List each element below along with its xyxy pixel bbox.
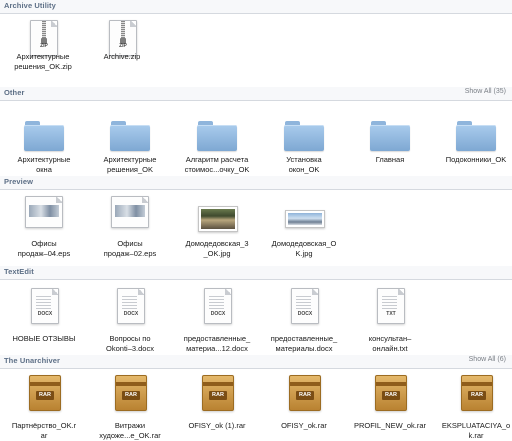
file-item[interactable]: Алгаритм расчета стоимос...очку_OK <box>174 105 260 174</box>
file-type-tag: RAR <box>296 391 314 400</box>
file-name-label: предоставленные_ материа...12.docx <box>183 334 251 353</box>
file-name-label: консультан– онлайн.txt <box>368 334 412 353</box>
file-item[interactable]: DOCX предоставленные_ материалы.docx <box>261 284 347 353</box>
file-item[interactable]: Офисы продаж–02.eps <box>87 194 173 264</box>
section-title: TextEdit <box>4 267 34 276</box>
file-type-tag: RAR <box>468 391 486 400</box>
file-item[interactable]: ZIP Архитектурные решения_OK.zip <box>0 18 86 85</box>
file-type-tag: DOCX <box>123 311 139 317</box>
file-type-tag: DOCX <box>297 311 313 317</box>
file-item[interactable]: DOCX НОВЫЕ ОТЗЫВЫ <box>1 284 87 353</box>
file-name-label: предоставленные_ материалы.docx <box>270 334 338 353</box>
show-all-link[interactable]: Show All (35) <box>465 88 506 95</box>
file-type-tag: RAR <box>382 391 400 400</box>
file-name-label: Главная <box>375 155 405 164</box>
file-name-label: Архитектурные окна <box>17 155 71 174</box>
file-item[interactable]: Домодедовская_О K.jpg <box>261 194 347 264</box>
section-header: The Unarchiver Show All (6) <box>0 355 512 369</box>
file-type-tag: DOCX <box>37 311 53 317</box>
file-name-label: Подоконники_OK <box>445 155 507 164</box>
app-section: Archive Utility ZIP Архитектурные решения_… <box>0 0 512 87</box>
file-item[interactable]: DOCX предоставленные_ материа...12.docx <box>174 284 260 353</box>
file-item[interactable]: Установка окон_OK <box>261 105 347 174</box>
file-item[interactable]: RAR Партнёрство_OK.r ar <box>1 373 87 440</box>
file-item[interactable]: RAR EKSPLUATACIYA_o k.rar <box>433 373 512 440</box>
app-section: Other Show All (35) Архитектурные окна Архи… <box>0 87 512 176</box>
file-name-label: Архитектурные решения_OK.zip <box>14 52 72 71</box>
file-item[interactable]: Офисы продаж–04.eps <box>1 194 87 264</box>
section-header: Archive Utility <box>0 0 512 14</box>
file-name-label: OFISY_ok.rar <box>281 421 327 430</box>
section-title: Other <box>4 88 25 97</box>
file-item[interactable]: Архитектурные решения_OK <box>87 105 173 174</box>
file-type-tag: RAR <box>122 391 140 400</box>
section-title: Archive Utility <box>4 1 56 10</box>
file-item[interactable]: DOCX Вопросы по Okonti–3.docx <box>87 284 173 353</box>
file-name-label: Витражи художе...е_OK.rar <box>99 421 161 440</box>
file-name-label: Офисы продаж–02.eps <box>103 239 157 258</box>
file-item[interactable]: RAR PROFIL_NEW_ok.rar <box>347 373 433 438</box>
file-name-label: Установка окон_OK <box>286 155 322 174</box>
file-item[interactable]: Архитектурные окна <box>1 105 87 174</box>
file-item[interactable]: TXT консультан– онлайн.txt <box>347 284 433 353</box>
section-header: Preview <box>0 176 512 190</box>
file-type-tag: ZIP <box>119 43 127 49</box>
file-item[interactable]: RAR Витражи художе...е_OK.rar <box>87 373 173 440</box>
file-name-label: НОВЫЕ ОТЗЫВЫ <box>12 334 76 343</box>
file-name-label: EKSPLUATACIYA_o k.rar <box>441 421 511 440</box>
file-name-label: Партнёрство_OK.r ar <box>11 421 77 440</box>
app-section: The Unarchiver Show All (6) RAR Партнёрство… <box>0 355 512 440</box>
file-type-tag: RAR <box>36 391 54 400</box>
file-name-label: OFISY_ok (1).rar <box>188 421 246 430</box>
file-type-tag: ZIP <box>40 43 48 49</box>
file-name-label: Архитектурные решения_OK <box>103 155 157 174</box>
file-name-label: Archive.zip <box>103 52 141 61</box>
file-type-tag: RAR <box>209 391 227 400</box>
file-item[interactable]: ZIP Archive.zip <box>79 18 165 85</box>
file-item[interactable]: Подоконники_OK <box>433 105 512 174</box>
section-header: Other Show All (35) <box>0 87 512 101</box>
app-section: TextEdit DOCX НОВЫЕ ОТЗЫВЫ DOCX Вопросы по O… <box>0 266 512 355</box>
section-title: Preview <box>4 177 34 186</box>
file-item[interactable]: RAR OFISY_ok (1).rar <box>174 373 260 438</box>
app-section: Preview Офисы продаж–04.eps Офисы продаж–0… <box>0 176 512 266</box>
file-name-label: Домодедовская_О K.jpg <box>271 239 337 258</box>
file-name-label: Вопросы по Okonti–3.docx <box>106 334 154 353</box>
file-name-label: Алгаритм расчета стоимос...очку_OK <box>184 155 250 174</box>
file-name-label: Офисы продаж–04.eps <box>17 239 71 258</box>
section-header: TextEdit <box>0 266 512 280</box>
file-item[interactable]: Главная <box>347 105 433 174</box>
file-item[interactable]: RAR OFISY_ok.rar <box>261 373 347 438</box>
file-item[interactable]: Домодедовская_3 _OK.jpg <box>174 194 260 264</box>
file-type-tag: TXT <box>386 311 396 317</box>
show-all-link[interactable]: Show All (6) <box>469 356 506 363</box>
section-title: The Unarchiver <box>4 356 61 365</box>
file-name-label: Домодедовская_3 _OK.jpg <box>185 239 249 258</box>
file-type-tag: DOCX <box>210 311 226 317</box>
file-name-label: PROFIL_NEW_ok.rar <box>353 421 427 430</box>
